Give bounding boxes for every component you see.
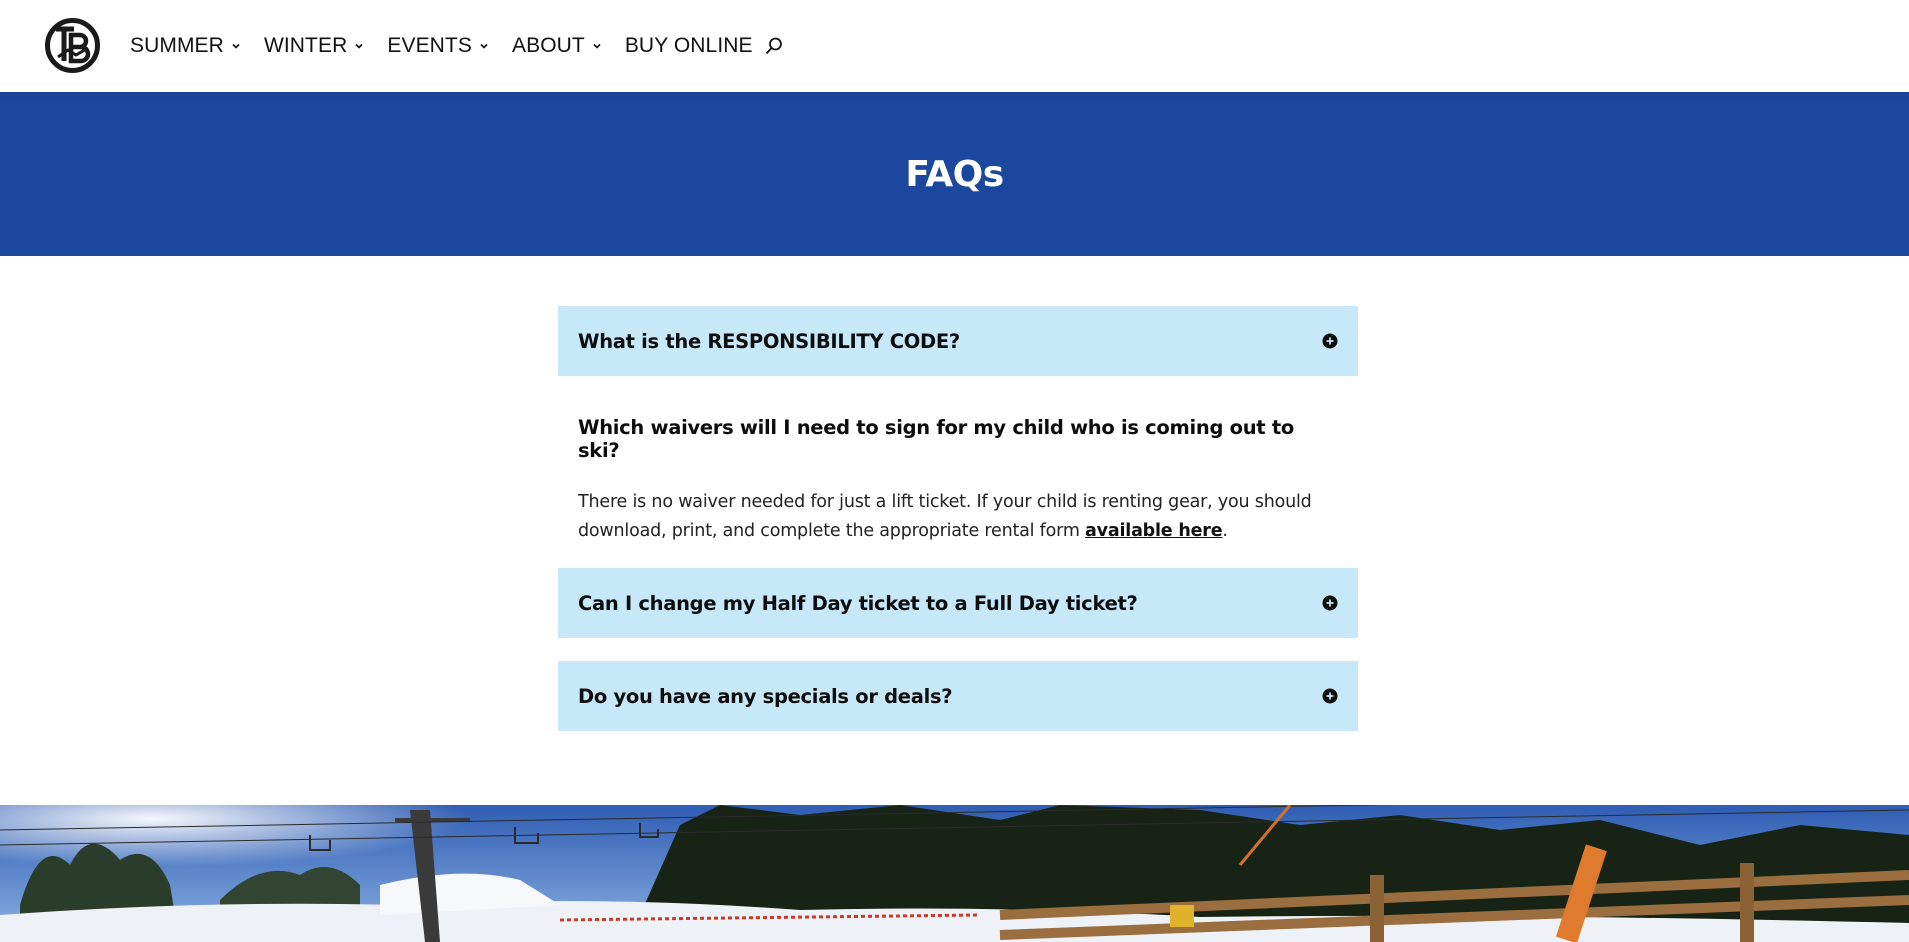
faq-item-expanded[interactable]: Which waivers will I need to sign for my… [558,376,1358,546]
chevron-down-icon [355,43,363,49]
plus-circle-icon[interactable] [1322,595,1338,611]
logo-icon [45,18,100,73]
plus-circle-icon[interactable] [1322,333,1338,349]
search-icon[interactable] [764,36,784,56]
main-nav: SUMMER WINTER EVENTS ABOUT BUY ONLINE [130,0,784,92]
faq-item-collapsed[interactable]: Do you have any specials or deals? [558,661,1358,731]
faq-item-collapsed[interactable]: What is the RESPONSIBILITY CODE? [558,306,1358,376]
faq-question: What is the RESPONSIBILITY CODE? [578,329,960,353]
nav-item-buy-online[interactable]: BUY ONLINE [625,34,753,58]
faq-answer-end: . [1222,521,1228,541]
nav-item-about[interactable]: ABOUT [512,34,602,58]
rental-form-link[interactable]: available here [1085,521,1223,541]
nav-item-label: SUMMER [130,34,224,57]
chevron-down-icon [480,43,488,49]
nav-item-summer[interactable]: SUMMER [130,34,241,58]
chevron-down-icon [593,43,601,49]
page-title: FAQs [905,153,1004,195]
nav-item-label: EVENTS [387,34,472,57]
ski-hill-illustration [0,805,1909,942]
plus-circle-icon[interactable] [1322,688,1338,704]
nav-item-label: WINTER [263,34,348,57]
nav-item-events[interactable]: EVENTS [387,34,489,58]
nav-item-label: ABOUT [511,34,585,57]
site-logo[interactable] [44,17,101,74]
nav-item-winter[interactable]: WINTER [264,34,364,58]
faq-question: Can I change my Half Day ticket to a Ful… [578,591,1138,615]
faq-question: Which waivers will I need to sign for my… [578,416,1338,462]
faq-question: Do you have any specials or deals? [578,684,953,708]
faq-answer: There is no waiver needed for just a lif… [578,488,1338,546]
ski-hill-photo [0,805,1909,942]
site-header: SUMMER WINTER EVENTS ABOUT BUY ONLINE [0,0,1909,92]
faq-question-text: Which waivers will I need to sign for my… [578,416,1294,462]
nav-item-label: BUY ONLINE [624,34,753,57]
page-hero: FAQs [0,92,1909,256]
faq-item-collapsed[interactable]: Can I change my Half Day ticket to a Ful… [558,568,1358,638]
chevron-down-icon [232,43,240,49]
